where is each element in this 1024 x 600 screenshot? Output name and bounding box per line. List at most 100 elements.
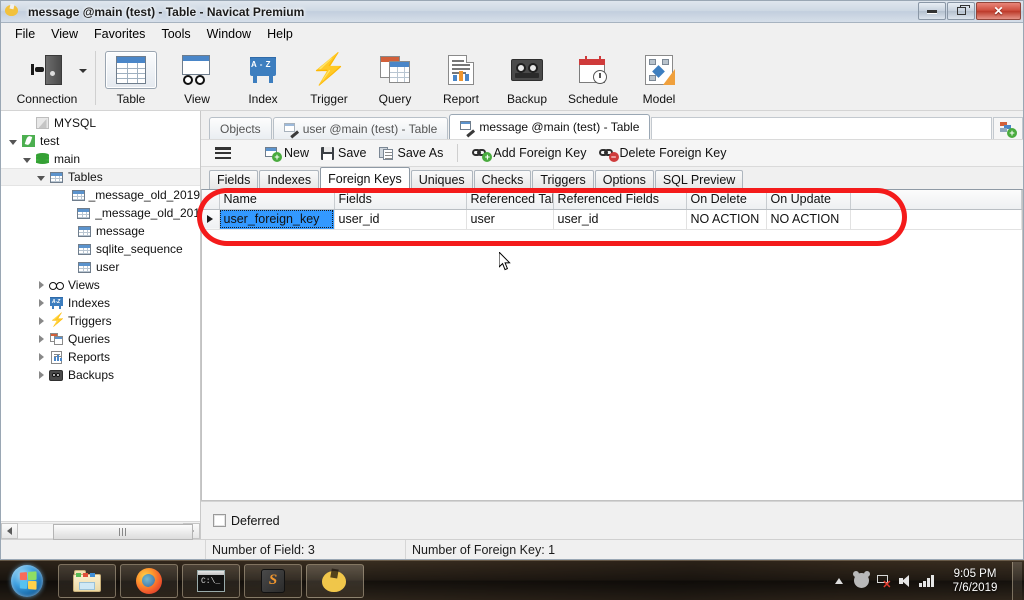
taskbar-item-command-prompt[interactable]: C:\_ [182,563,240,598]
expand-arrow-closed-icon[interactable] [35,299,47,307]
subtab-checks[interactable]: Checks [473,170,532,189]
tree-item-message-old-201[interactable]: _message_old_201 [1,204,200,222]
subtab-indexes[interactable]: Indexes [259,170,320,189]
expand-arrow-open-icon[interactable] [7,138,19,145]
new-button[interactable]: + New [259,142,315,164]
toolbar-button-schedule[interactable]: Schedule [560,47,626,109]
subtab-fields[interactable]: Fields [209,170,259,189]
subtab-options[interactable]: Options [594,170,654,189]
table-row[interactable]: user_foreign_key user_id user user_id NO… [202,209,1022,230]
cell-name[interactable]: user_foreign_key [219,209,335,230]
menu-help[interactable]: Help [259,24,301,44]
cell-on-update[interactable]: NO ACTION [766,209,851,230]
tree-item-tables[interactable]: Tables [1,168,200,186]
expand-arrow-open-icon[interactable] [35,174,47,181]
tab-objects[interactable]: Objects [209,117,272,139]
menu-favorites[interactable]: Favorites [86,24,153,44]
expand-arrow-closed-icon[interactable] [35,353,47,361]
expand-arrow-closed-icon[interactable] [35,335,47,343]
column-header-fields[interactable]: Fields [334,190,467,210]
column-header-filler [850,190,1022,210]
save-button[interactable]: Save [315,142,373,164]
tree-item-mysql[interactable]: MYSQL [1,114,200,132]
trigger-icon: ⚡ [310,53,348,86]
show-desktop-button[interactable] [1012,561,1022,600]
taskbar-item-firefox[interactable] [120,563,178,598]
tree-item-queries[interactable]: Queries [1,330,200,348]
deferred-checkbox[interactable] [213,514,226,527]
scrollbar-track[interactable] [18,522,193,540]
signal-icon[interactable] [916,566,938,596]
tree-item-triggers[interactable]: Triggers [1,312,200,330]
delete-foreign-key-button[interactable]: − Delete Foreign Key [593,142,733,164]
save-as-button[interactable]: Save As [373,142,450,164]
chevron-down-icon[interactable] [79,69,87,73]
tree-item-message-old-2019[interactable]: _message_old_2019 [1,186,200,204]
start-orb[interactable] [0,562,54,600]
tab-message-table[interactable]: message @main (test) - Table [449,114,651,139]
expand-arrow-closed-icon[interactable] [35,317,47,325]
column-header-on-update[interactable]: On Update [766,190,851,210]
toolbar-button-view[interactable]: View [164,47,230,109]
foreign-keys-grid[interactable]: Name Fields Referenced Table Referenced … [201,189,1023,501]
close-button[interactable]: ✕ [976,2,1021,20]
tree-item-views[interactable]: Views [1,276,200,294]
tab-user-table[interactable]: user @main (test) - Table [272,117,449,139]
scroll-left-button[interactable] [1,522,18,539]
tree-item-indexes[interactable]: A-Z Indexes [1,294,200,312]
toolbar-button-connection[interactable]: Connection [1,47,93,109]
subtab-foreign-keys[interactable]: Foreign Keys [320,167,410,189]
toolbar-button-report[interactable]: Report [428,47,494,109]
tree-item-test[interactable]: test [1,132,200,150]
add-foreign-key-button[interactable]: + Add Foreign Key [466,142,592,164]
tree-item-backups[interactable]: Backups [1,366,200,384]
toolbar-button-index[interactable]: A - Z Index [230,47,296,109]
tree-item-label: MYSQL [54,116,97,130]
expand-arrow-closed-icon[interactable] [35,281,47,289]
toolbar-button-table[interactable]: Table [98,47,164,109]
taskbar-item-navicat-premium[interactable] [306,563,364,598]
column-header-referenced-fields[interactable]: Referenced Fields [553,190,687,210]
tree-item-sqlite-sequence[interactable]: sqlite_sequence [1,240,200,258]
expand-arrow-closed-icon[interactable] [35,371,47,379]
column-header-name[interactable]: Name [219,190,335,210]
volume-icon[interactable] [894,566,916,596]
subtab-sql-preview[interactable]: SQL Preview [654,170,744,189]
cell-referenced-table[interactable]: user [466,209,554,230]
subtab-triggers[interactable]: Triggers [532,170,594,189]
tree-item-message[interactable]: message [1,222,200,240]
toolbar-button-trigger[interactable]: ⚡ Trigger [296,47,362,109]
toolbar-button-query[interactable]: Query [362,47,428,109]
menu-file[interactable]: File [7,24,43,44]
cell-on-delete[interactable]: NO ACTION [686,209,767,230]
tree-item-user[interactable]: user [1,258,200,276]
new-tab-icon[interactable]: + [993,117,1023,139]
toolbar-button-backup[interactable]: Backup [494,47,560,109]
minimize-button[interactable] [918,2,946,20]
cell-fields[interactable]: user_id [334,209,467,230]
restore-button[interactable] [947,2,975,20]
show-hidden-icons-button[interactable] [828,566,850,596]
column-header-on-delete[interactable]: On Delete [686,190,767,210]
column-header-referenced-table[interactable]: Referenced Table [466,190,554,210]
taskbar-item-file-explorer[interactable] [58,563,116,598]
tree-item-main[interactable]: main [1,150,200,168]
toolbar-button-model[interactable]: Model [626,47,692,109]
sidebar-horizontal-scrollbar[interactable] [1,521,200,540]
tree-item-reports[interactable]: Reports [1,348,200,366]
subtab-uniques[interactable]: Uniques [410,170,473,189]
menu-view[interactable]: View [43,24,86,44]
row-current-indicator[interactable] [202,209,220,230]
bear-app-icon[interactable] [850,566,872,596]
cell-referenced-fields[interactable]: user_id [553,209,687,230]
network-disconnected-icon[interactable]: ✕ [872,566,894,596]
toolbar-separator [95,51,96,105]
taskbar-item-sublime-text[interactable] [244,563,302,598]
menu-tools[interactable]: Tools [153,24,198,44]
hamburger-menu-icon[interactable] [209,142,237,164]
scrollbar-thumb[interactable] [53,523,193,540]
expand-arrow-open-icon[interactable] [21,156,33,163]
menu-window[interactable]: Window [199,24,259,44]
deferred-checkbox-row[interactable]: Deferred [213,514,280,528]
taskbar-clock[interactable]: 9:05 PM 7/6/2019 [938,567,1012,595]
